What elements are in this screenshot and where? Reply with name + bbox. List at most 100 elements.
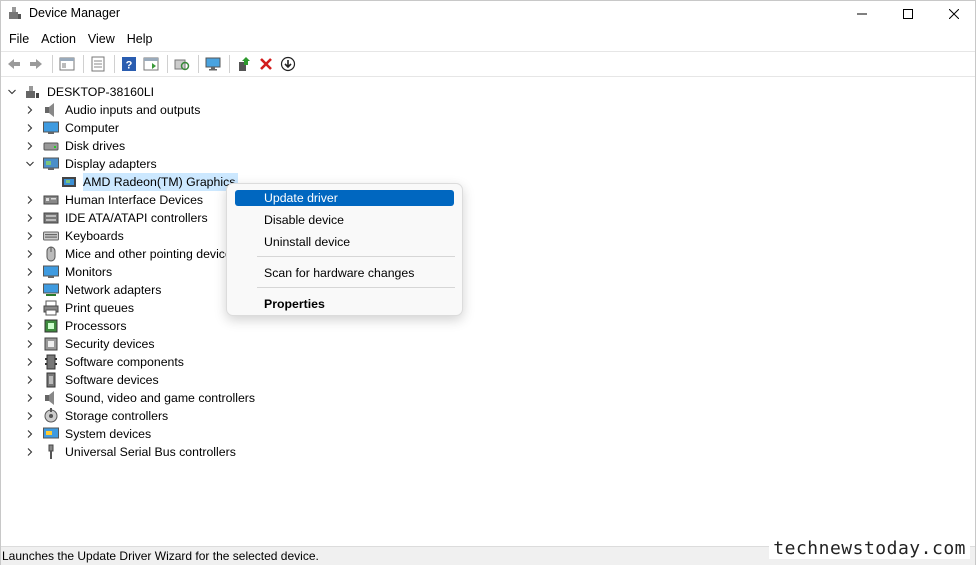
network-adapter-icon bbox=[43, 282, 59, 298]
chevron-right-icon[interactable] bbox=[25, 447, 35, 457]
disable-device-menu-item[interactable]: Disable device bbox=[235, 212, 454, 228]
show-hide-console-tree-icon bbox=[59, 57, 75, 71]
update-driver-icon bbox=[239, 57, 250, 71]
tree-category-label: Human Interface Devices bbox=[65, 193, 204, 207]
tree-root[interactable]: DESKTOP-38160LI bbox=[7, 83, 154, 101]
menu-help[interactable]: Help bbox=[121, 29, 159, 49]
ide-controller-icon bbox=[43, 210, 59, 226]
uninstall-icon bbox=[260, 58, 272, 70]
uninstall-device-menu-item[interactable]: Uninstall device bbox=[235, 234, 454, 250]
tree-category-row[interactable]: Disk drives bbox=[25, 137, 125, 155]
maximize-button[interactable] bbox=[885, 1, 931, 27]
minimize-button[interactable] bbox=[839, 1, 885, 27]
tree-category-label: Processors bbox=[65, 319, 127, 333]
svg-text:?: ? bbox=[126, 60, 133, 72]
scan-hardware-menu-item[interactable]: Scan for hardware changes bbox=[235, 265, 454, 281]
title-bar: Device Manager bbox=[1, 1, 975, 27]
close-button[interactable] bbox=[931, 1, 976, 27]
chevron-right-icon[interactable] bbox=[25, 339, 35, 349]
tree-category-label: Print queues bbox=[65, 301, 135, 315]
monitor-icon bbox=[205, 57, 221, 71]
toolbar-separator bbox=[52, 55, 53, 73]
tree-category-row[interactable]: Network adapters bbox=[25, 281, 161, 299]
tree-category-row[interactable]: IDE ATA/ATAPI controllers bbox=[25, 209, 208, 227]
chevron-right-icon[interactable] bbox=[25, 321, 35, 331]
help-icon: ? bbox=[122, 57, 136, 72]
chevron-down-icon[interactable] bbox=[7, 87, 17, 97]
menu-file[interactable]: File bbox=[3, 29, 35, 49]
tree-category-row[interactable]: Software devices bbox=[25, 371, 159, 389]
context-menu-separator bbox=[257, 287, 455, 288]
monitor-button[interactable] bbox=[203, 54, 223, 74]
chevron-right-icon[interactable] bbox=[25, 375, 35, 385]
download-button[interactable] bbox=[278, 54, 298, 74]
device-manager-window: Device Manager File Action View Help ? D… bbox=[0, 0, 976, 565]
tree-category-label: Security devices bbox=[65, 337, 155, 351]
tree-category-label: Software components bbox=[65, 355, 184, 369]
chevron-right-icon[interactable] bbox=[25, 303, 35, 313]
chevron-right-icon[interactable] bbox=[25, 213, 35, 223]
tree-category-row[interactable]: Audio inputs and outputs bbox=[25, 101, 200, 119]
tree-category-row[interactable]: Universal Serial Bus controllers bbox=[25, 443, 236, 461]
uninstall-button[interactable] bbox=[256, 54, 276, 74]
tree-category-row[interactable]: Storage controllers bbox=[25, 407, 168, 425]
tree-category-row[interactable]: Processors bbox=[25, 317, 127, 335]
chevron-down-icon[interactable] bbox=[25, 159, 35, 169]
chevron-right-icon[interactable] bbox=[25, 123, 35, 133]
chevron-right-icon[interactable] bbox=[25, 357, 35, 367]
tree-category-row[interactable]: Mice and other pointing devices bbox=[25, 245, 238, 263]
chevron-right-icon[interactable] bbox=[25, 429, 35, 439]
chevron-right-icon[interactable] bbox=[25, 411, 35, 421]
chevron-right-icon[interactable] bbox=[25, 393, 35, 403]
tree-category-row[interactable]: Monitors bbox=[25, 263, 112, 281]
computer-root-icon bbox=[25, 84, 41, 100]
chevron-right-icon[interactable] bbox=[25, 195, 35, 205]
toolbar-separator bbox=[114, 55, 115, 73]
watermark: technewstoday.com bbox=[769, 538, 970, 559]
chevron-right-icon[interactable] bbox=[25, 267, 35, 277]
chevron-right-icon[interactable] bbox=[25, 285, 35, 295]
menu-bar: File Action View Help bbox=[1, 29, 975, 49]
tree-category-row[interactable]: Print queues bbox=[25, 299, 134, 317]
software-device-icon bbox=[43, 372, 59, 388]
tree-category-row[interactable]: Keyboards bbox=[25, 227, 124, 245]
download-icon bbox=[280, 56, 296, 72]
chevron-right-icon[interactable] bbox=[25, 141, 35, 151]
tree-category-row[interactable]: System devices bbox=[25, 425, 151, 443]
tree-category-label: Software devices bbox=[65, 373, 159, 387]
scan-hardware-button[interactable] bbox=[172, 54, 192, 74]
menu-action[interactable]: Action bbox=[35, 29, 82, 49]
menu-view[interactable]: View bbox=[82, 29, 121, 49]
sound-icon bbox=[43, 390, 59, 406]
device-tree: DESKTOP-38160LI Audio inputs and outputs… bbox=[1, 81, 975, 543]
tree-category-row[interactable]: Sound, video and game controllers bbox=[25, 389, 255, 407]
tree-category-row[interactable]: Software components bbox=[25, 353, 184, 371]
properties-button[interactable] bbox=[88, 54, 108, 74]
action-pane-button[interactable] bbox=[141, 54, 161, 74]
display-adapter-icon bbox=[43, 156, 59, 172]
chevron-right-icon[interactable] bbox=[25, 231, 35, 241]
help-button[interactable]: ? bbox=[119, 54, 139, 74]
show-hide-console-tree-button[interactable] bbox=[57, 54, 77, 74]
chevron-right-icon[interactable] bbox=[25, 105, 35, 115]
properties-menu-item[interactable]: Properties bbox=[235, 296, 454, 312]
toolbar-separator bbox=[198, 55, 199, 73]
update-driver-menu-item[interactable]: Update driver bbox=[235, 190, 454, 206]
hid-icon bbox=[43, 192, 59, 208]
update-driver-button[interactable] bbox=[234, 54, 254, 74]
display-adapter-child[interactable]: AMD Radeon(TM) Graphics bbox=[61, 173, 239, 191]
tree-category-label: Computer bbox=[65, 121, 119, 135]
close-icon bbox=[949, 9, 959, 19]
tree-category-row[interactable]: Security devices bbox=[25, 335, 155, 353]
forward-button[interactable] bbox=[26, 54, 46, 74]
printer-icon bbox=[43, 300, 59, 316]
tree-category-row[interactable]: Computer bbox=[25, 119, 119, 137]
context-menu: Update driver Disable device Uninstall d… bbox=[226, 183, 463, 316]
chevron-right-icon[interactable] bbox=[25, 249, 35, 259]
back-button[interactable] bbox=[4, 54, 24, 74]
tree-category-row[interactable]: Display adapters bbox=[25, 155, 157, 173]
tree-category-label: Mice and other pointing devices bbox=[65, 247, 238, 261]
tree-category-row[interactable]: Human Interface Devices bbox=[25, 191, 203, 209]
tree-category-label: Audio inputs and outputs bbox=[65, 103, 201, 117]
device-manager-icon bbox=[8, 6, 22, 20]
